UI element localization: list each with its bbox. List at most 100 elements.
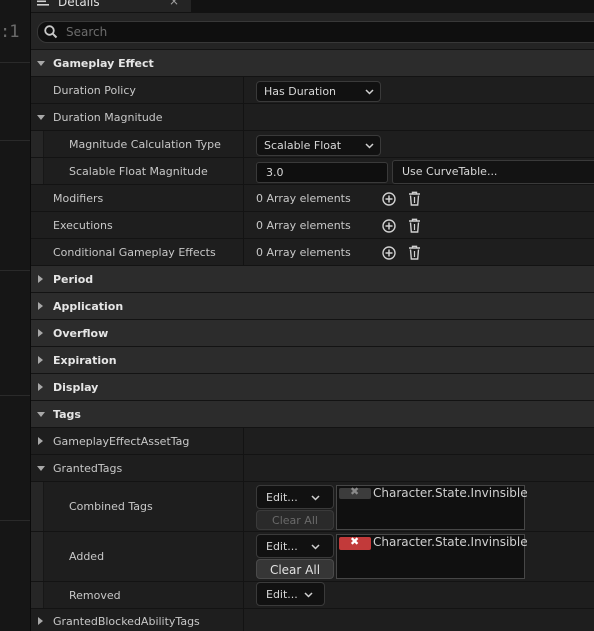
- prop-row-magnitude-calc-type: Magnitude Calculation Type Scalable Floa…: [31, 130, 594, 157]
- scalable-float-input[interactable]: 3.0: [256, 162, 388, 183]
- grid-line: [0, 395, 30, 396]
- button-label: Clear All: [269, 563, 321, 577]
- column-splitter[interactable]: [243, 428, 244, 454]
- collapse-arrow-icon[interactable]: [37, 466, 45, 471]
- indent-guide: [31, 582, 44, 608]
- prop-label: Combined Tags: [69, 500, 153, 513]
- trash-icon[interactable]: [408, 218, 421, 233]
- expand-arrow-icon[interactable]: [38, 356, 43, 364]
- column-splitter[interactable]: [243, 77, 244, 103]
- prop-row-asset-tag: GameplayEffectAssetTag: [31, 427, 594, 454]
- details-icon: [37, 0, 49, 6]
- category-label: Expiration: [53, 353, 117, 367]
- column-splitter[interactable]: [243, 104, 244, 130]
- prop-label: GrantedBlockedAbilityTags: [53, 614, 200, 628]
- expand-arrow-icon[interactable]: [38, 383, 43, 391]
- tag-chip[interactable]: ✖: [339, 485, 371, 499]
- details-panel: Details × Gameplay Effect Duration Polic…: [31, 0, 594, 631]
- input-value: 3.0: [266, 166, 284, 179]
- column-splitter[interactable]: [243, 532, 244, 581]
- chevron-down-icon: [304, 592, 313, 598]
- indent-guide: [31, 158, 44, 184]
- prop-label: Conditional Gameplay Effects: [53, 245, 216, 259]
- column-splitter[interactable]: [243, 455, 244, 481]
- remove-tag-icon[interactable]: ✖: [350, 535, 359, 548]
- tab-bar: Details ×: [31, 0, 594, 13]
- tab-details[interactable]: Details ×: [31, 0, 191, 12]
- removed-edit-dropdown[interactable]: Edit...: [256, 582, 325, 606]
- add-element-icon[interactable]: [382, 219, 396, 233]
- remove-tag-icon[interactable]: ✖: [350, 485, 359, 498]
- prop-label: Executions: [53, 218, 113, 232]
- expand-arrow-icon[interactable]: [38, 437, 43, 445]
- category-label: Gameplay Effect: [53, 56, 154, 70]
- use-curve-table-button[interactable]: Use CurveTable...: [392, 160, 594, 184]
- category-label: Display: [53, 380, 99, 394]
- search-bar[interactable]: [37, 21, 594, 43]
- indent-guide: [31, 532, 44, 581]
- prop-label: Scalable Float Magnitude: [69, 164, 208, 178]
- column-splitter[interactable]: [243, 609, 244, 631]
- tag-chip[interactable]: ✖: [339, 535, 371, 550]
- magnitude-calc-type-dropdown[interactable]: Scalable Float: [256, 135, 381, 156]
- category-application[interactable]: Application: [31, 292, 594, 319]
- trash-icon[interactable]: [408, 191, 421, 206]
- added-clear-all-button[interactable]: Clear All: [256, 559, 334, 579]
- chevron-down-icon: [365, 89, 374, 95]
- graph-label: :1: [0, 22, 20, 42]
- prop-row-combined-tags: Combined Tags Edit... Clear All ✖ Charac…: [31, 481, 594, 531]
- category-gameplay-effect[interactable]: Gameplay Effect: [31, 49, 594, 76]
- prop-label: Removed: [69, 588, 121, 602]
- prop-label: Magnitude Calculation Type: [69, 137, 221, 151]
- prop-row-conditional-effects: Conditional Gameplay Effects 0 Array ele…: [31, 238, 594, 265]
- column-splitter[interactable]: [243, 482, 244, 531]
- combined-tags-list: ✖ Character.State.Invinsible: [336, 485, 528, 530]
- category-expiration[interactable]: Expiration: [31, 346, 594, 373]
- column-splitter[interactable]: [243, 158, 244, 184]
- expand-arrow-icon[interactable]: [38, 329, 43, 337]
- column-splitter[interactable]: [243, 239, 244, 265]
- indent-guide: [31, 482, 44, 531]
- tag-label: Character.State.Invinsible: [373, 486, 528, 500]
- button-label: Clear All: [272, 514, 318, 527]
- array-count: 0 Array elements: [256, 218, 351, 232]
- prop-label: GrantedTags: [53, 461, 123, 475]
- column-splitter[interactable]: [243, 185, 244, 211]
- dropdown-value: Edit...: [266, 540, 298, 553]
- column-splitter[interactable]: [243, 212, 244, 238]
- prop-label: GameplayEffectAssetTag: [53, 434, 190, 448]
- category-tags[interactable]: Tags: [31, 400, 594, 427]
- combined-tags-clear-all-button[interactable]: Clear All: [256, 510, 334, 530]
- duration-policy-dropdown[interactable]: Has Duration: [256, 81, 381, 102]
- expand-arrow-icon[interactable]: [38, 275, 43, 283]
- combined-tags-edit-dropdown[interactable]: Edit...: [256, 485, 334, 509]
- collapse-arrow-icon[interactable]: [37, 61, 45, 66]
- prop-row-granted-blocked: GrantedBlockedAbilityTags: [31, 608, 594, 631]
- prop-label: Added: [69, 550, 105, 563]
- dropdown-value: Edit...: [266, 491, 298, 504]
- added-edit-dropdown[interactable]: Edit...: [256, 534, 334, 558]
- column-splitter[interactable]: [243, 582, 244, 608]
- category-display[interactable]: Display: [31, 373, 594, 400]
- close-icon[interactable]: ×: [169, 0, 179, 8]
- grid-line: [0, 520, 30, 521]
- prop-label: Modifiers: [53, 191, 104, 205]
- search-input[interactable]: [66, 24, 566, 39]
- collapse-arrow-icon[interactable]: [37, 412, 45, 417]
- expand-arrow-icon[interactable]: [38, 302, 43, 310]
- category-period[interactable]: Period: [31, 265, 594, 292]
- prop-row-duration-magnitude: Duration Magnitude: [31, 103, 594, 130]
- collapse-arrow-icon[interactable]: [37, 115, 45, 120]
- trash-icon[interactable]: [408, 245, 421, 260]
- category-overflow[interactable]: Overflow: [31, 319, 594, 346]
- expand-arrow-icon[interactable]: [38, 617, 43, 625]
- prop-label: Duration Policy: [53, 83, 136, 97]
- grid-line: [0, 62, 30, 63]
- grid-line: [0, 140, 30, 141]
- prop-row-granted-tags: GrantedTags: [31, 454, 594, 481]
- add-element-icon[interactable]: [382, 246, 396, 260]
- add-element-icon[interactable]: [382, 192, 396, 206]
- prop-row-scalable-float: Scalable Float Magnitude 3.0 Use CurveTa…: [31, 157, 594, 184]
- column-splitter[interactable]: [243, 131, 244, 157]
- added-tags-list: ✖ Character.State.Invinsible: [336, 534, 528, 579]
